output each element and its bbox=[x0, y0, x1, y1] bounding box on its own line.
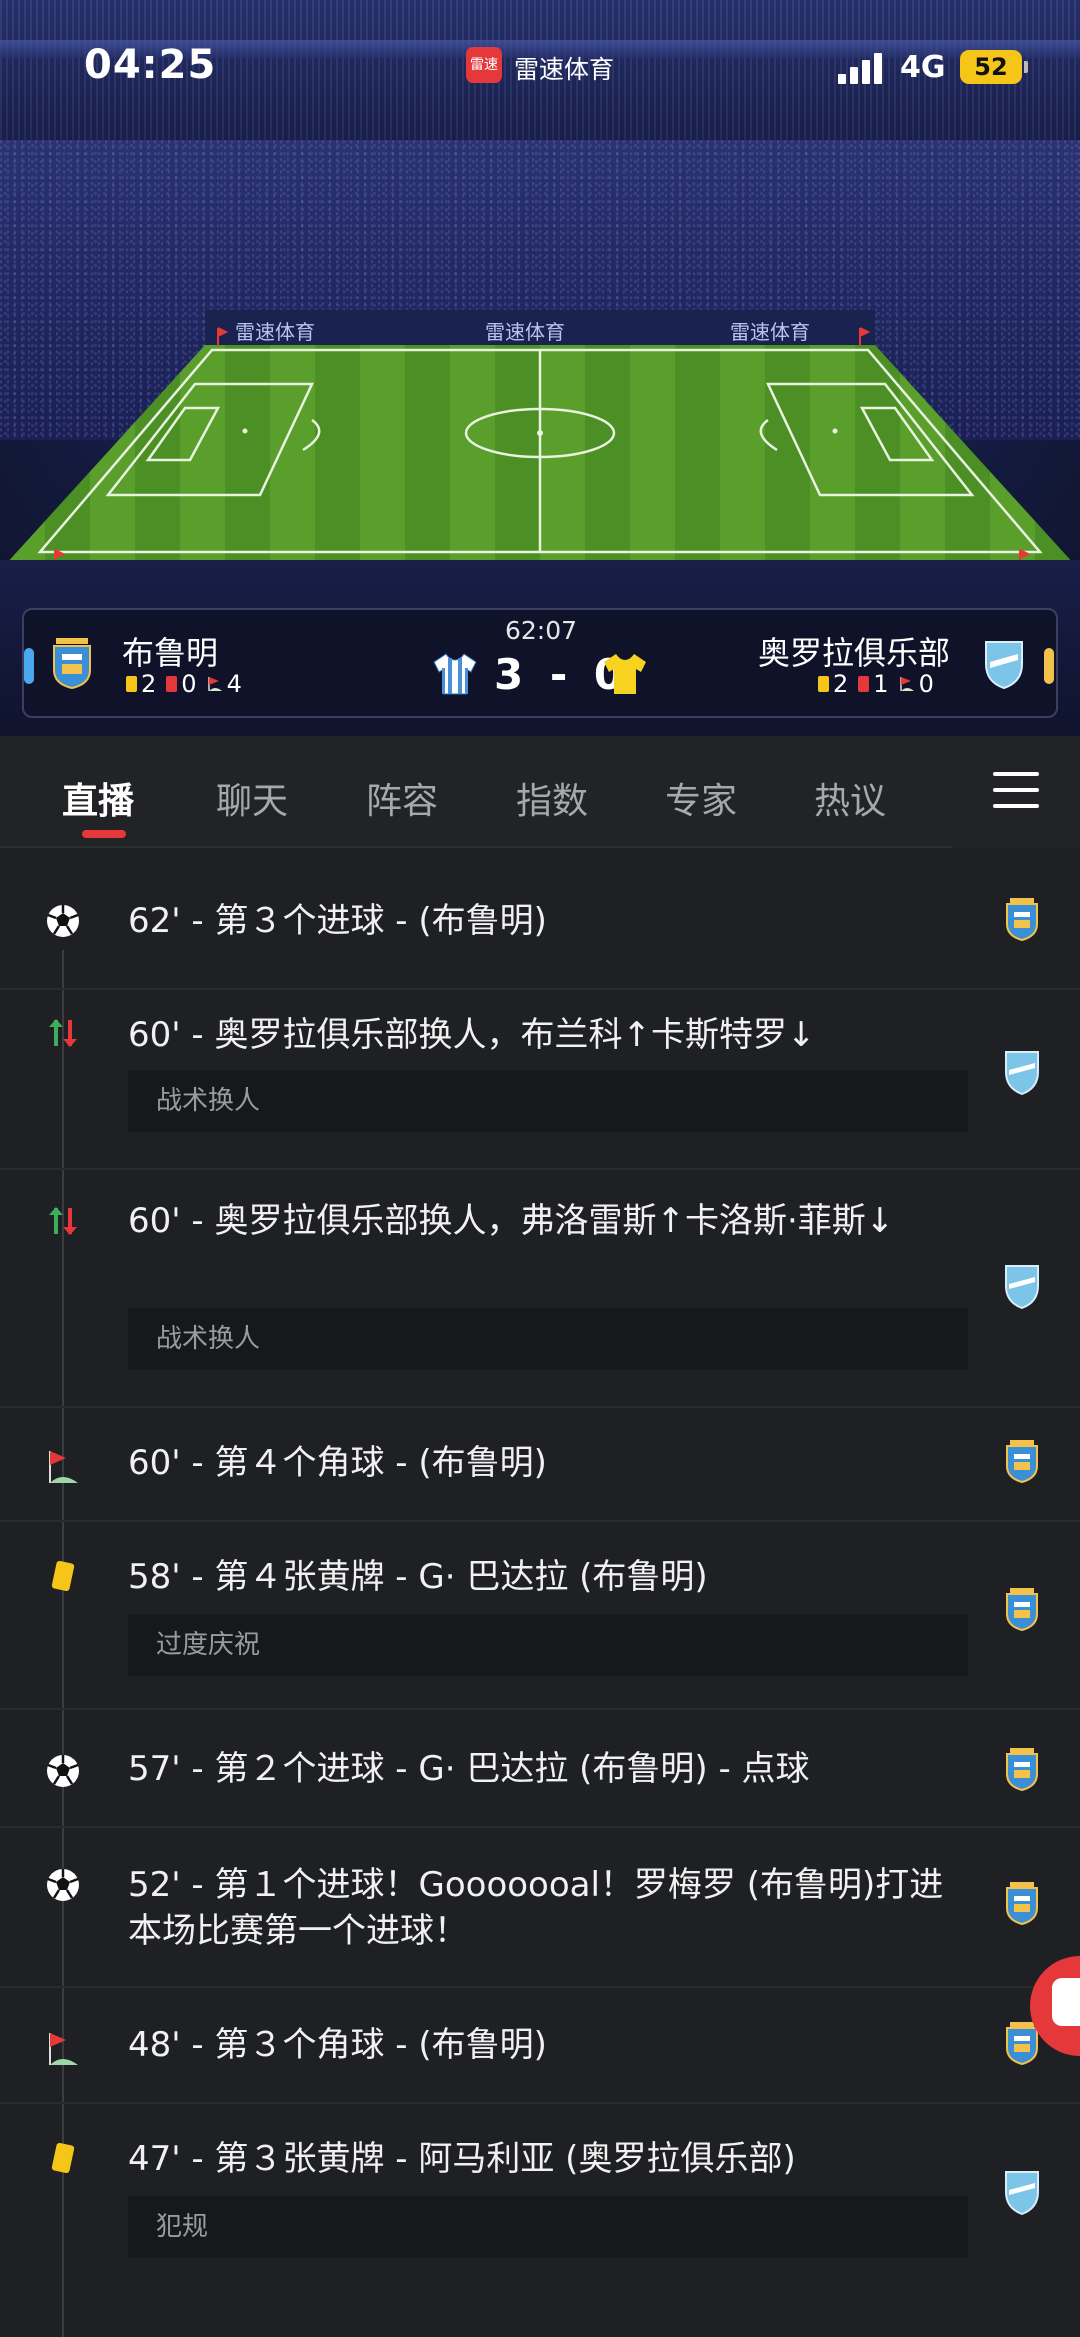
event-divider bbox=[0, 1406, 1080, 1408]
status-bar: 04:25 雷速 雷速体育 4G 52 bbox=[0, 0, 1080, 130]
event-title: 62' - 第３个进球 - (布鲁明) bbox=[128, 901, 547, 941]
away-team-stats: 2 1 0 bbox=[818, 670, 934, 698]
event-title: 57' - 第２个进球 - G· 巴达拉 (布鲁明) - 点球 bbox=[128, 1749, 810, 1789]
away-team-crest-icon bbox=[1005, 1051, 1039, 1095]
signal-icon bbox=[838, 52, 886, 84]
away-team-crest-icon[interactable] bbox=[982, 636, 1026, 692]
active-tab-indicator bbox=[82, 830, 126, 838]
away-team-name[interactable]: 奥罗拉俱乐部 bbox=[758, 628, 950, 674]
event-title: 60' - 奥罗拉俱乐部换人，布兰科↑卡斯特罗↓ bbox=[128, 1015, 816, 1055]
event-title: 60' - 奥罗拉俱乐部换人，弗洛雷斯↑卡洛斯·菲斯↓ bbox=[128, 1201, 895, 1241]
tab-experts[interactable]: 专家 bbox=[665, 772, 737, 824]
tab-chat[interactable]: 聊天 bbox=[216, 772, 288, 824]
home-kit-icon bbox=[433, 653, 477, 695]
yellow-card-icon bbox=[51, 1560, 75, 1592]
home-team-crest-icon bbox=[1006, 1747, 1038, 1791]
status-time: 04:25 bbox=[84, 42, 217, 88]
home-team-stats: 2 0 4 bbox=[126, 670, 242, 698]
red-card-icon bbox=[166, 676, 178, 692]
away-kit-icon bbox=[604, 654, 646, 694]
tab-divider bbox=[0, 846, 952, 848]
event-divider bbox=[0, 1520, 1080, 1522]
away-corner-count: 0 bbox=[918, 670, 934, 698]
event-divider bbox=[0, 1708, 1080, 1710]
away-team-crest-icon bbox=[1005, 1265, 1039, 1309]
menu-icon[interactable] bbox=[993, 772, 1039, 808]
event-title: 52' - 第１个进球！Gooooooal！罗梅罗 (布鲁明)打进本场比赛第一个… bbox=[128, 1865, 944, 1951]
home-team-name[interactable]: 布鲁明 bbox=[122, 628, 218, 674]
tab-odds[interactable]: 指数 bbox=[516, 772, 588, 824]
match-clock: 62:07 bbox=[505, 616, 578, 645]
yellow-card-icon bbox=[818, 676, 829, 692]
event-divider bbox=[0, 1826, 1080, 1828]
home-team-crest-icon bbox=[1006, 1881, 1038, 1925]
substitution-icon bbox=[47, 1017, 79, 1049]
away-team-crest-icon bbox=[1005, 2171, 1039, 2215]
home-team-crest-icon bbox=[1006, 1439, 1038, 1483]
substitution-icon bbox=[47, 1205, 79, 1237]
event-note: 战术换人 bbox=[128, 1070, 968, 1132]
corner-flag-icon bbox=[49, 1450, 79, 1484]
corner-flag-icon bbox=[207, 677, 222, 691]
yellow-card-icon bbox=[126, 676, 137, 692]
event-divider bbox=[0, 1168, 1080, 1170]
battery-icon: 52 bbox=[960, 50, 1022, 84]
app-logo-icon: 雷速 bbox=[466, 47, 502, 83]
event-note: 战术换人 bbox=[128, 1308, 968, 1370]
soccer-ball-icon bbox=[45, 1753, 81, 1789]
yellow-card-icon bbox=[51, 2142, 75, 2174]
event-divider bbox=[0, 1986, 1080, 1988]
red-card-icon bbox=[858, 676, 870, 692]
home-team-crest-icon bbox=[1006, 1587, 1038, 1631]
event-note: 过度庆祝 bbox=[128, 1614, 968, 1676]
event-title: 48' - 第３个角球 - (布鲁明) bbox=[128, 2025, 547, 2065]
home-team-crest-icon[interactable] bbox=[50, 634, 94, 690]
soccer-ball-icon bbox=[45, 903, 81, 939]
edit-icon bbox=[1052, 1978, 1080, 2026]
corner-flag-icon bbox=[899, 677, 914, 691]
home-team-tag bbox=[24, 648, 34, 684]
away-red-count: 1 bbox=[873, 670, 889, 698]
network-type: 4G bbox=[900, 50, 946, 85]
football-pitch bbox=[0, 327, 1080, 580]
event-divider bbox=[0, 2102, 1080, 2104]
event-title: 60' - 第４个角球 - (布鲁明) bbox=[128, 1443, 547, 1483]
event-title: 58' - 第４张黄牌 - G· 巴达拉 (布鲁明) bbox=[128, 1557, 708, 1597]
home-corner-count: 4 bbox=[226, 670, 242, 698]
event-note: 犯规 bbox=[128, 2196, 968, 2258]
away-team-tag bbox=[1044, 648, 1054, 684]
event-divider bbox=[0, 988, 1080, 990]
timeline-line bbox=[62, 950, 64, 2337]
tab-discussion[interactable]: 热议 bbox=[814, 772, 886, 824]
tab-live[interactable]: 直播 bbox=[62, 772, 134, 824]
app-name: 雷速体育 bbox=[514, 55, 615, 84]
home-team-crest-icon bbox=[1006, 897, 1038, 941]
battery-tip bbox=[1024, 61, 1028, 73]
home-yellow-count: 2 bbox=[141, 670, 157, 698]
corner-flag-icon bbox=[49, 2032, 79, 2066]
tab-lineup[interactable]: 阵容 bbox=[366, 772, 438, 824]
home-red-count: 0 bbox=[181, 670, 197, 698]
soccer-ball-icon bbox=[45, 1867, 81, 1903]
away-yellow-count: 2 bbox=[833, 670, 849, 698]
event-title: 47' - 第３张黄牌 - 阿马利亚 (奥罗拉俱乐部) bbox=[128, 2139, 796, 2179]
